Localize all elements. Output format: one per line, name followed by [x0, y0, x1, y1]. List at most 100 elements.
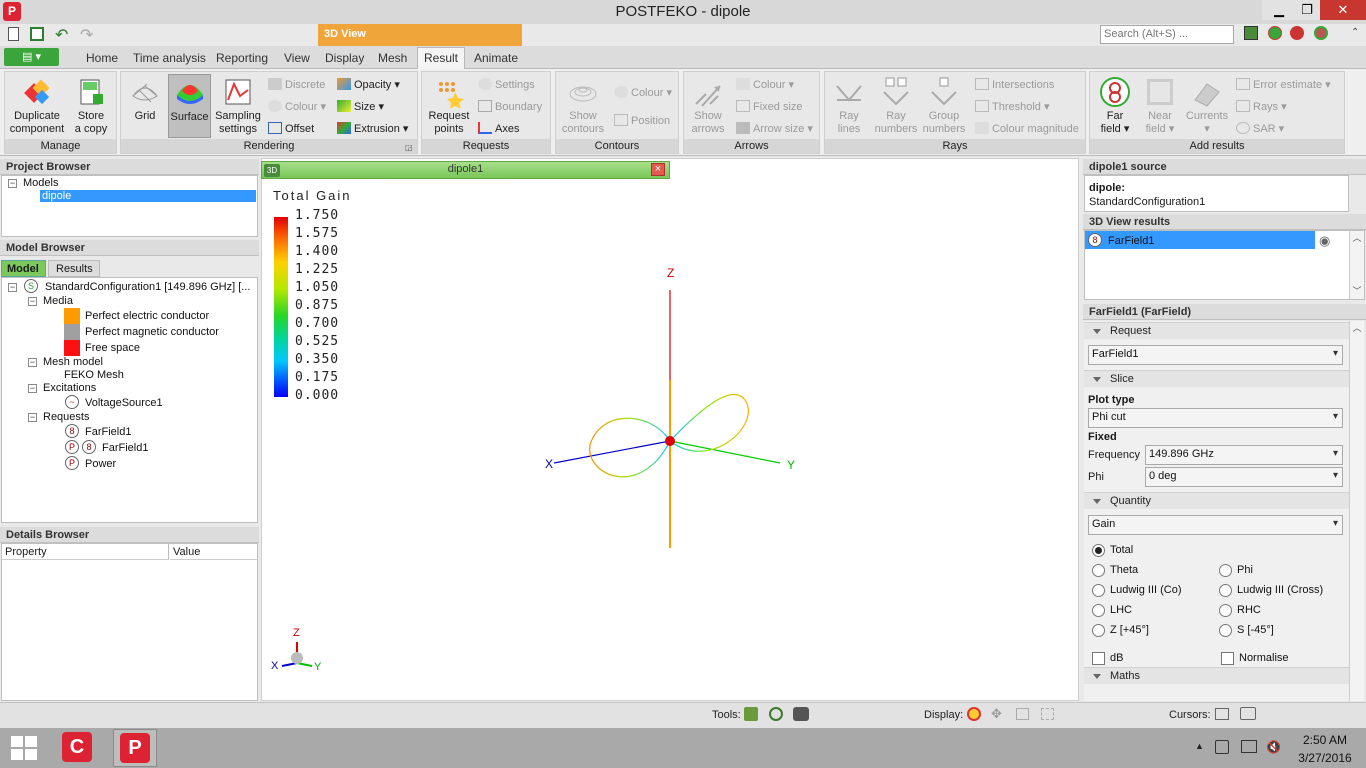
tab-mesh[interactable]: Mesh	[374, 50, 411, 66]
search-input[interactable]: Search (Alt+S) ...	[1100, 25, 1234, 44]
colour-magnitude-button[interactable]: Colour magnitude	[975, 122, 1079, 135]
radio-rhc[interactable]: RHC	[1219, 604, 1261, 617]
section-slice[interactable]: Slice	[1084, 370, 1349, 387]
radio-total[interactable]: Total	[1092, 544, 1133, 557]
radio-ludwig-cross[interactable]: Ludwig III (Cross)	[1219, 584, 1323, 597]
phi-select[interactable]: 0 deg	[1145, 467, 1343, 487]
section-quantity[interactable]: Quantity	[1084, 492, 1349, 509]
frequency-select[interactable]: 149.896 GHz	[1145, 445, 1343, 465]
grid-button[interactable]: Grid	[125, 76, 165, 123]
show-arrows-button[interactable]: Show arrows	[686, 76, 730, 136]
tab-display[interactable]: Display	[321, 50, 368, 66]
arrow-colour-dropdown[interactable]: Colour ▾	[736, 78, 794, 91]
quantity-select[interactable]: Gain	[1088, 515, 1343, 535]
tree-item-configuration[interactable]: StandardConfiguration1 [149.896 GHz] [..…	[45, 281, 250, 293]
rays-dropdown[interactable]: Rays ▾	[1236, 100, 1287, 113]
tree-item-power[interactable]: Power	[85, 458, 116, 470]
plot-type-select[interactable]: Phi cut	[1088, 408, 1343, 428]
radio-theta[interactable]: Theta	[1092, 564, 1138, 577]
sar-dropdown[interactable]: SAR ▾	[1236, 122, 1284, 135]
zoom-extents-icon[interactable]	[1041, 708, 1054, 720]
save-icon[interactable]	[30, 27, 44, 41]
tree-item-farfield-2[interactable]: FarField1	[102, 442, 148, 454]
ray-numbers-button[interactable]: Ray numbers	[873, 76, 919, 136]
tab-model[interactable]: Model	[1, 260, 46, 277]
tree-item-mesh-model[interactable]: Mesh model	[43, 356, 103, 368]
measure-tool-icon[interactable]	[744, 707, 758, 721]
column-property[interactable]: Property	[2, 544, 169, 560]
tree-item-farfield-1[interactable]: FarField1	[85, 426, 131, 438]
tree-item-media[interactable]: Media	[43, 295, 73, 307]
tab-time-analysis[interactable]: Time analysis	[129, 50, 210, 66]
normalise-checkbox[interactable]: Normalise	[1221, 652, 1289, 665]
close-button[interactable]: ✕	[1320, 0, 1366, 20]
pan-icon[interactable]: ✥	[991, 707, 1005, 721]
collapse-requests-icon[interactable]: −	[28, 413, 37, 422]
tree-item-pec[interactable]: Perfect electric conductor	[85, 310, 209, 322]
surface-button[interactable]: Surface	[168, 74, 211, 138]
application-menu-button[interactable]: ▤ ▾	[4, 48, 59, 66]
undo-icon[interactable]: ↶	[55, 25, 68, 45]
tree-item-dipole[interactable]: dipole	[40, 190, 256, 202]
close-tab-icon[interactable]: ×	[651, 163, 665, 176]
tab-reporting[interactable]: Reporting	[212, 50, 272, 66]
collapse-mesh-icon[interactable]: −	[28, 358, 37, 367]
radio-lhc[interactable]: LHC	[1092, 604, 1132, 617]
results-scrollbar[interactable]: ︿ ﹀	[1349, 231, 1364, 299]
contour-position-button[interactable]: Position	[614, 114, 670, 127]
collapse-media-icon[interactable]: −	[28, 297, 37, 306]
store-copy-button[interactable]: Store a copy	[67, 76, 115, 136]
collapse-excitations-icon[interactable]: −	[28, 384, 37, 393]
new-file-icon[interactable]	[8, 27, 19, 41]
duplicate-component-button[interactable]: Duplicate component	[7, 76, 67, 136]
ribbon-collapse-icon[interactable]: ⌃	[1351, 27, 1359, 38]
tree-item-feko-mesh[interactable]: FEKO Mesh	[64, 369, 124, 381]
windows-start-icon[interactable]	[11, 736, 37, 760]
redo-icon[interactable]: ↷	[80, 25, 93, 45]
cursor-icon[interactable]	[1215, 708, 1229, 720]
taskbar-postfeko-icon[interactable]: P	[113, 729, 157, 767]
opacity-dropdown[interactable]: Opacity ▾	[337, 78, 400, 91]
clock-time[interactable]: 2:50 AM	[1300, 733, 1350, 747]
tab-animate[interactable]: Animate	[470, 50, 522, 66]
radio-z45[interactable]: Z [+45°]	[1092, 624, 1149, 637]
radio-s45[interactable]: S [-45°]	[1219, 624, 1274, 637]
calculator-icon[interactable]	[1244, 26, 1258, 40]
size-dropdown[interactable]: Size ▾	[337, 100, 384, 113]
db-checkbox[interactable]: dB	[1092, 652, 1123, 665]
settings-icon[interactable]	[1314, 26, 1328, 40]
tab-results[interactable]: Results	[48, 260, 100, 277]
annotation-icon[interactable]	[1240, 707, 1256, 720]
pick-tool-icon[interactable]	[769, 707, 783, 721]
clock-date[interactable]: 3/27/2016	[1294, 751, 1356, 765]
group-numbers-button[interactable]: Group numbers	[921, 76, 967, 136]
tree-item-free-space[interactable]: Free space	[85, 342, 140, 354]
editfeko-icon[interactable]	[1290, 26, 1304, 40]
arrow-size-dropdown[interactable]: Arrow size ▾	[736, 122, 813, 135]
near-field-button[interactable]: Near field ▾	[1140, 76, 1180, 136]
help-icon[interactable]	[1268, 26, 1282, 40]
ray-lines-button[interactable]: Ray lines	[829, 76, 869, 136]
tab-result[interactable]: Result	[417, 47, 466, 70]
request-points-button[interactable]: Request points	[424, 76, 474, 136]
tree-item-voltage-source[interactable]: VoltageSource1	[85, 397, 163, 409]
offset-button[interactable]: Offset	[268, 122, 314, 135]
section-maths[interactable]: Maths	[1084, 667, 1349, 684]
collapse-models-icon[interactable]: −	[8, 179, 17, 188]
radio-ludwig-co[interactable]: Ludwig III (Co)	[1092, 584, 1182, 597]
tray-volume-muted-icon[interactable]: 🔇	[1266, 740, 1281, 754]
colour-dropdown[interactable]: Colour ▾	[268, 100, 326, 113]
rendering-dialog-launcher-icon[interactable]: ◲	[405, 143, 413, 152]
currents-button[interactable]: Currents ▾	[1182, 76, 1232, 136]
tray-expand-icon[interactable]: ▲	[1195, 741, 1204, 751]
tree-item-models[interactable]: Models	[23, 177, 58, 189]
request-settings-button[interactable]: Settings	[478, 78, 535, 91]
taskbar-cadfeko-icon[interactable]: C	[56, 729, 100, 767]
tray-network-icon[interactable]	[1241, 740, 1257, 753]
tab-home[interactable]: Home	[82, 50, 122, 66]
show-contours-button[interactable]: Show contours	[558, 76, 608, 136]
tray-device-icon[interactable]	[1215, 740, 1229, 754]
request-select[interactable]: FarField1	[1088, 345, 1343, 365]
tree-item-excitations[interactable]: Excitations	[43, 382, 96, 394]
axes-button[interactable]: Axes	[478, 122, 519, 135]
